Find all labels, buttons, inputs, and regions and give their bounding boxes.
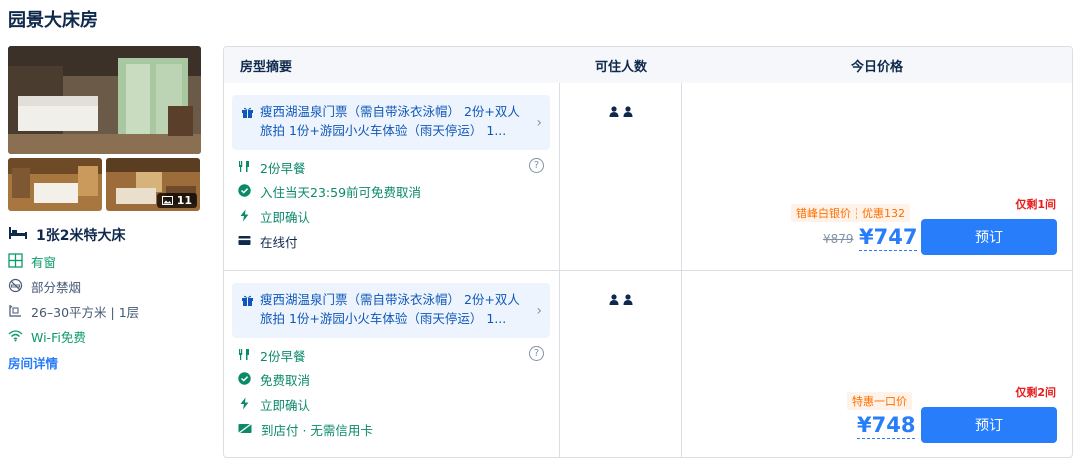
tag: 优惠132 <box>862 207 905 220</box>
help-icon[interactable]: ? <box>529 158 544 173</box>
photo-count: 11 <box>176 194 192 207</box>
perk-payment: 到店付 · 无需信用卡 <box>238 420 373 439</box>
tag: 错峰白银价 <box>796 207 851 220</box>
person-icon <box>623 102 633 121</box>
image-icon <box>161 196 173 205</box>
perk-breakfast: 2份早餐 <box>238 158 305 177</box>
discount-tags: 错峰白银价 优惠132 <box>791 204 910 222</box>
pay-at-hotel-icon <box>238 422 252 437</box>
package-text: 瘦西湖温泉门票（需自带泳衣泳帽） 2份+双人旅拍 1份+游园小火车体验（雨天停运… <box>260 104 520 138</box>
room-main-photo[interactable] <box>8 46 201 154</box>
book-button[interactable]: 预订 <box>921 219 1057 255</box>
rate-row: 瘦西湖温泉门票（需自带泳衣泳帽） 2份+双人旅拍 1份+游园小火车体验（雨天停运… <box>224 271 1072 457</box>
lightning-icon <box>238 209 251 225</box>
check-circle-icon <box>238 183 251 200</box>
gift-icon <box>241 292 254 311</box>
perk-cancellation: 免费取消 <box>238 370 310 389</box>
room-title: 园景大床房 <box>8 10 98 31</box>
feature-area: 26–30平方米 | 1层 <box>8 299 201 324</box>
bed-type: 1张2米特大床 <box>8 225 201 245</box>
bed-label: 1张2米特大床 <box>36 228 126 244</box>
room-thumbnail[interactable] <box>8 158 102 211</box>
perk-confirm: 立即确认 <box>238 395 310 414</box>
header-price: 今日价格 <box>850 59 903 75</box>
package-banner[interactable]: 瘦西湖温泉门票（需自带泳衣泳帽） 2份+双人旅拍 1份+游园小火车体验（雨天停运… <box>232 95 550 150</box>
tag: 特惠一口价 <box>852 395 907 408</box>
rate-table: 房型摘要 可住人数 今日价格 瘦西湖温泉门票（需自带泳衣泳帽） 2份+双人旅拍 … <box>223 46 1073 458</box>
check-circle-icon <box>238 371 251 388</box>
current-price[interactable]: ¥748 <box>857 413 916 439</box>
header-room-summary: 房型摘要 <box>240 59 293 75</box>
no-smoking-icon <box>8 278 23 296</box>
chevron-right-icon: › <box>536 303 542 319</box>
book-button[interactable]: 预订 <box>921 407 1057 443</box>
current-price[interactable]: ¥747 <box>859 225 918 251</box>
room-info-panel: 11 1张2米特大床 有窗 部分禁烟 26–30平方米 | 1层 Wi-Fi免费… <box>8 46 201 372</box>
package-banner[interactable]: 瘦西湖温泉门票（需自带泳衣泳帽） 2份+双人旅拍 1份+游园小火车体验（雨天停运… <box>232 283 550 338</box>
card-icon <box>238 234 251 249</box>
room-thumbnail[interactable]: 11 <box>106 158 200 211</box>
window-icon <box>8 252 23 271</box>
guest-capacity <box>609 290 633 309</box>
guest-capacity <box>609 102 633 121</box>
header-guests: 可住人数 <box>594 59 647 75</box>
photo-count-badge[interactable]: 11 <box>156 193 197 208</box>
rooms-remaining: 仅剩2间 <box>1015 386 1056 399</box>
person-icon <box>623 290 633 309</box>
area-icon <box>8 303 23 321</box>
wifi-icon <box>8 329 23 345</box>
help-icon[interactable]: ? <box>529 346 544 361</box>
perk-breakfast: 2份早餐 <box>238 346 305 365</box>
utensils-icon <box>238 348 251 364</box>
person-icon <box>609 290 619 309</box>
person-icon <box>609 102 619 121</box>
package-text: 瘦西湖温泉门票（需自带泳衣泳帽） 2份+双人旅拍 1份+游园小火车体验（雨天停运… <box>260 292 520 326</box>
gift-icon <box>241 104 254 123</box>
rooms-remaining: 仅剩1间 <box>1015 198 1056 211</box>
chevron-right-icon: › <box>536 115 542 131</box>
perk-payment: 在线付 <box>238 232 298 251</box>
feature-window: 有窗 <box>8 249 201 274</box>
rate-table-header: 房型摘要 可住人数 今日价格 <box>224 47 1072 83</box>
bed-icon <box>8 226 28 244</box>
rate-row: 瘦西湖温泉门票（需自带泳衣泳帽） 2份+双人旅拍 1份+游园小火车体验（雨天停运… <box>224 83 1072 271</box>
discount-tags: 特惠一口价 <box>847 392 912 410</box>
utensils-icon <box>238 160 251 176</box>
perk-cancellation: 入住当天23:59前可免费取消 <box>238 182 421 201</box>
original-price: ¥879 <box>823 232 854 246</box>
perk-confirm: 立即确认 <box>238 207 310 226</box>
feature-smoking: 部分禁烟 <box>8 274 201 299</box>
lightning-icon <box>238 397 251 413</box>
feature-wifi: Wi-Fi免费 <box>8 324 201 349</box>
room-details-link[interactable]: 房间详情 <box>8 353 201 372</box>
